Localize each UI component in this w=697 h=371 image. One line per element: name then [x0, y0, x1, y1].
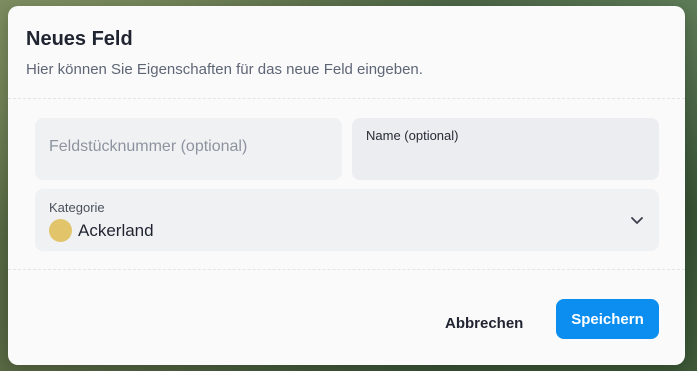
- cancel-button[interactable]: Abbrechen: [445, 315, 523, 332]
- name-field-label: Name (optional): [366, 128, 459, 143]
- category-select[interactable]: Kategorie Ackerland: [35, 189, 659, 251]
- dialog-footer: Abbrechen Speichern: [8, 269, 685, 365]
- category-selected-value: Ackerland: [49, 219, 154, 242]
- dialog-title: Neues Feld: [26, 28, 133, 50]
- name-field[interactable]: Name (optional): [352, 118, 659, 180]
- dialog-header: Neues Feld Hier können Sie Eigenschaften…: [8, 6, 685, 99]
- category-label: Kategorie: [49, 200, 105, 215]
- plot-number-placeholder: Feldstücknummer (optional): [49, 138, 248, 155]
- chevron-down-icon[interactable]: [629, 212, 645, 228]
- new-field-dialog: Neues Feld Hier können Sie Eigenschaften…: [8, 6, 685, 365]
- category-selected-text: Ackerland: [78, 220, 154, 240]
- plot-number-field[interactable]: Feldstücknummer (optional): [35, 118, 342, 180]
- dialog-subtitle: Hier können Sie Eigenschaften für das ne…: [26, 61, 423, 78]
- save-button[interactable]: Speichern: [556, 299, 659, 339]
- category-color-swatch: [49, 219, 72, 242]
